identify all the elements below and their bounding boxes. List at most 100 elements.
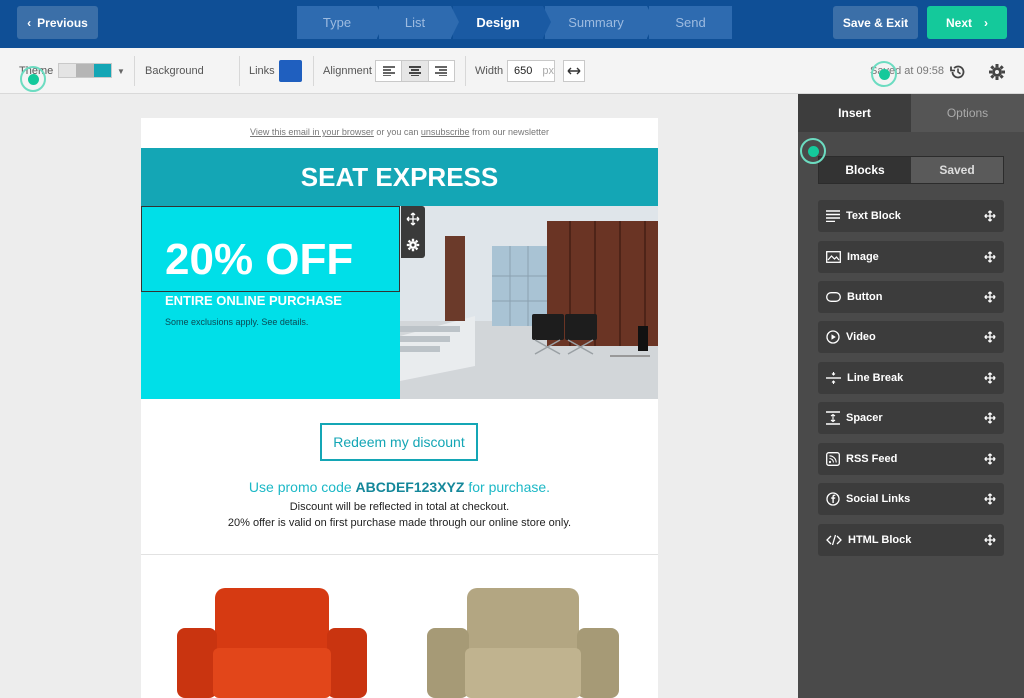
image-icon: [826, 251, 841, 263]
align-center-icon: [408, 66, 421, 76]
block-spacer[interactable]: Spacer: [818, 402, 1004, 434]
offer-terms-note[interactable]: 20% offer is valid on first purchase mad…: [141, 517, 658, 529]
block-settings-gear-icon[interactable]: [406, 238, 420, 252]
drag-handle-icon[interactable]: [984, 251, 996, 263]
block-image[interactable]: Image: [818, 241, 1004, 273]
gear-icon[interactable]: [988, 63, 1006, 81]
alignment-label: Alignment: [323, 65, 372, 77]
block-button[interactable]: Button: [818, 281, 1004, 313]
block-line-break[interactable]: Line Break: [818, 362, 1004, 394]
chevron-down-icon[interactable]: ▼: [117, 67, 125, 76]
move-icon[interactable]: [406, 212, 420, 226]
theme-swatch-1: [59, 64, 77, 77]
align-center-button[interactable]: [402, 61, 429, 81]
text-lines-icon: [826, 210, 840, 222]
save-and-exit-button[interactable]: Save & Exit: [833, 6, 918, 39]
beige-armchair-image[interactable]: [427, 588, 619, 698]
block-video[interactable]: Video: [818, 321, 1004, 353]
theme-picker[interactable]: [58, 63, 112, 78]
blocks-saved-toggle: Blocks Saved: [818, 156, 1004, 184]
section-divider: [141, 554, 658, 555]
saved-segment[interactable]: Saved: [911, 157, 1003, 183]
block-tools: [401, 206, 425, 258]
discount-note[interactable]: Discount will be reflected in total at c…: [141, 501, 658, 513]
alignment-control: [375, 60, 455, 82]
chevron-left-icon: ‹: [27, 15, 32, 30]
full-width-button[interactable]: [563, 60, 585, 82]
block-label: Spacer: [846, 412, 883, 424]
toolbar-divider: [134, 56, 135, 86]
email-canvas: View this email in your browser or you c…: [141, 118, 658, 698]
email-header-title[interactable]: SEAT EXPRESS: [141, 148, 658, 206]
step-list[interactable]: List: [379, 6, 459, 39]
click-marker: [20, 66, 46, 92]
previous-label: Previous: [37, 15, 88, 30]
align-right-button[interactable]: [429, 61, 454, 81]
expand-horizontal-icon: [567, 67, 581, 75]
drag-handle-icon[interactable]: [984, 412, 996, 424]
align-right-icon: [435, 66, 448, 76]
toolbar-divider: [465, 56, 466, 86]
width-label: Width: [475, 65, 504, 77]
wizard-steps: Type List Design Summary Send: [297, 6, 734, 39]
background-label[interactable]: Background: [145, 65, 204, 77]
step-design[interactable]: Design: [453, 6, 551, 39]
drag-handle-icon[interactable]: [984, 331, 996, 343]
spacer-icon: [826, 411, 840, 425]
view-in-browser-link[interactable]: View this email in your browser: [250, 127, 374, 137]
promo-code: ABCDEF123XYZ: [355, 479, 465, 495]
previous-button[interactable]: ‹ Previous: [17, 6, 98, 39]
links-label: Links: [249, 65, 275, 77]
step-send[interactable]: Send: [649, 6, 732, 39]
hero-subheadline[interactable]: ENTIRE ONLINE PURCHASE: [165, 293, 342, 308]
block-html[interactable]: HTML Block: [818, 524, 1004, 556]
promo-code-line[interactable]: Use promo code ABCDEF123XYZ for purchase…: [141, 479, 658, 495]
next-button[interactable]: Next ›: [927, 6, 1007, 39]
block-rss-feed[interactable]: RSS Feed: [818, 443, 1004, 475]
click-marker: [800, 138, 826, 164]
drag-handle-icon[interactable]: [984, 372, 996, 384]
unsubscribe-link[interactable]: unsubscribe: [421, 127, 470, 137]
next-label: Next: [945, 15, 972, 30]
block-label: Image: [847, 251, 879, 263]
drag-handle-icon[interactable]: [984, 210, 996, 222]
block-label: Social Links: [846, 493, 911, 505]
align-left-button[interactable]: [376, 61, 403, 81]
width-input[interactable]: 650 px: [507, 60, 555, 82]
hero-fine-print[interactable]: Some exclusions apply. See details.: [165, 317, 308, 327]
redeem-discount-button[interactable]: Redeem my discount: [320, 423, 478, 461]
drag-handle-icon[interactable]: [984, 453, 996, 465]
red-armchair-image[interactable]: [177, 588, 367, 698]
block-label: Video: [846, 331, 876, 343]
block-label: Text Block: [846, 210, 901, 222]
lobby-photo: [400, 206, 658, 399]
toolbar-divider: [239, 56, 240, 86]
blocks-segment[interactable]: Blocks: [819, 157, 911, 183]
tab-options[interactable]: Options: [911, 94, 1024, 132]
align-left-icon: [382, 66, 395, 76]
sidebar-tabs: Insert Options: [798, 94, 1024, 132]
block-social-links[interactable]: Social Links: [818, 483, 1004, 515]
drag-handle-icon[interactable]: [984, 493, 996, 505]
width-value: 650: [514, 65, 533, 77]
drag-handle-icon[interactable]: [984, 291, 996, 303]
block-label: Line Break: [847, 372, 904, 384]
hero-image[interactable]: [400, 206, 658, 399]
block-text[interactable]: Text Block: [818, 200, 1004, 232]
top-navigation-bar: ‹ Previous Type List Design Summary Send…: [0, 0, 1024, 48]
line-break-icon: [826, 372, 841, 384]
rss-icon: [826, 452, 840, 466]
history-icon[interactable]: [949, 63, 967, 81]
tab-insert[interactable]: Insert: [798, 94, 911, 132]
right-sidebar: Insert Options Blocks Saved Text Block I…: [798, 94, 1024, 698]
width-unit: px: [542, 65, 554, 77]
button-shape-icon: [826, 292, 841, 302]
step-type[interactable]: Type: [297, 6, 385, 39]
block-label: Button: [847, 291, 883, 303]
hero-headline[interactable]: 20% OFF: [165, 235, 353, 285]
code-icon: [826, 534, 842, 546]
block-label: RSS Feed: [846, 453, 898, 465]
links-color-picker[interactable]: [279, 60, 302, 82]
step-summary[interactable]: Summary: [545, 6, 655, 39]
drag-handle-icon[interactable]: [984, 534, 996, 546]
